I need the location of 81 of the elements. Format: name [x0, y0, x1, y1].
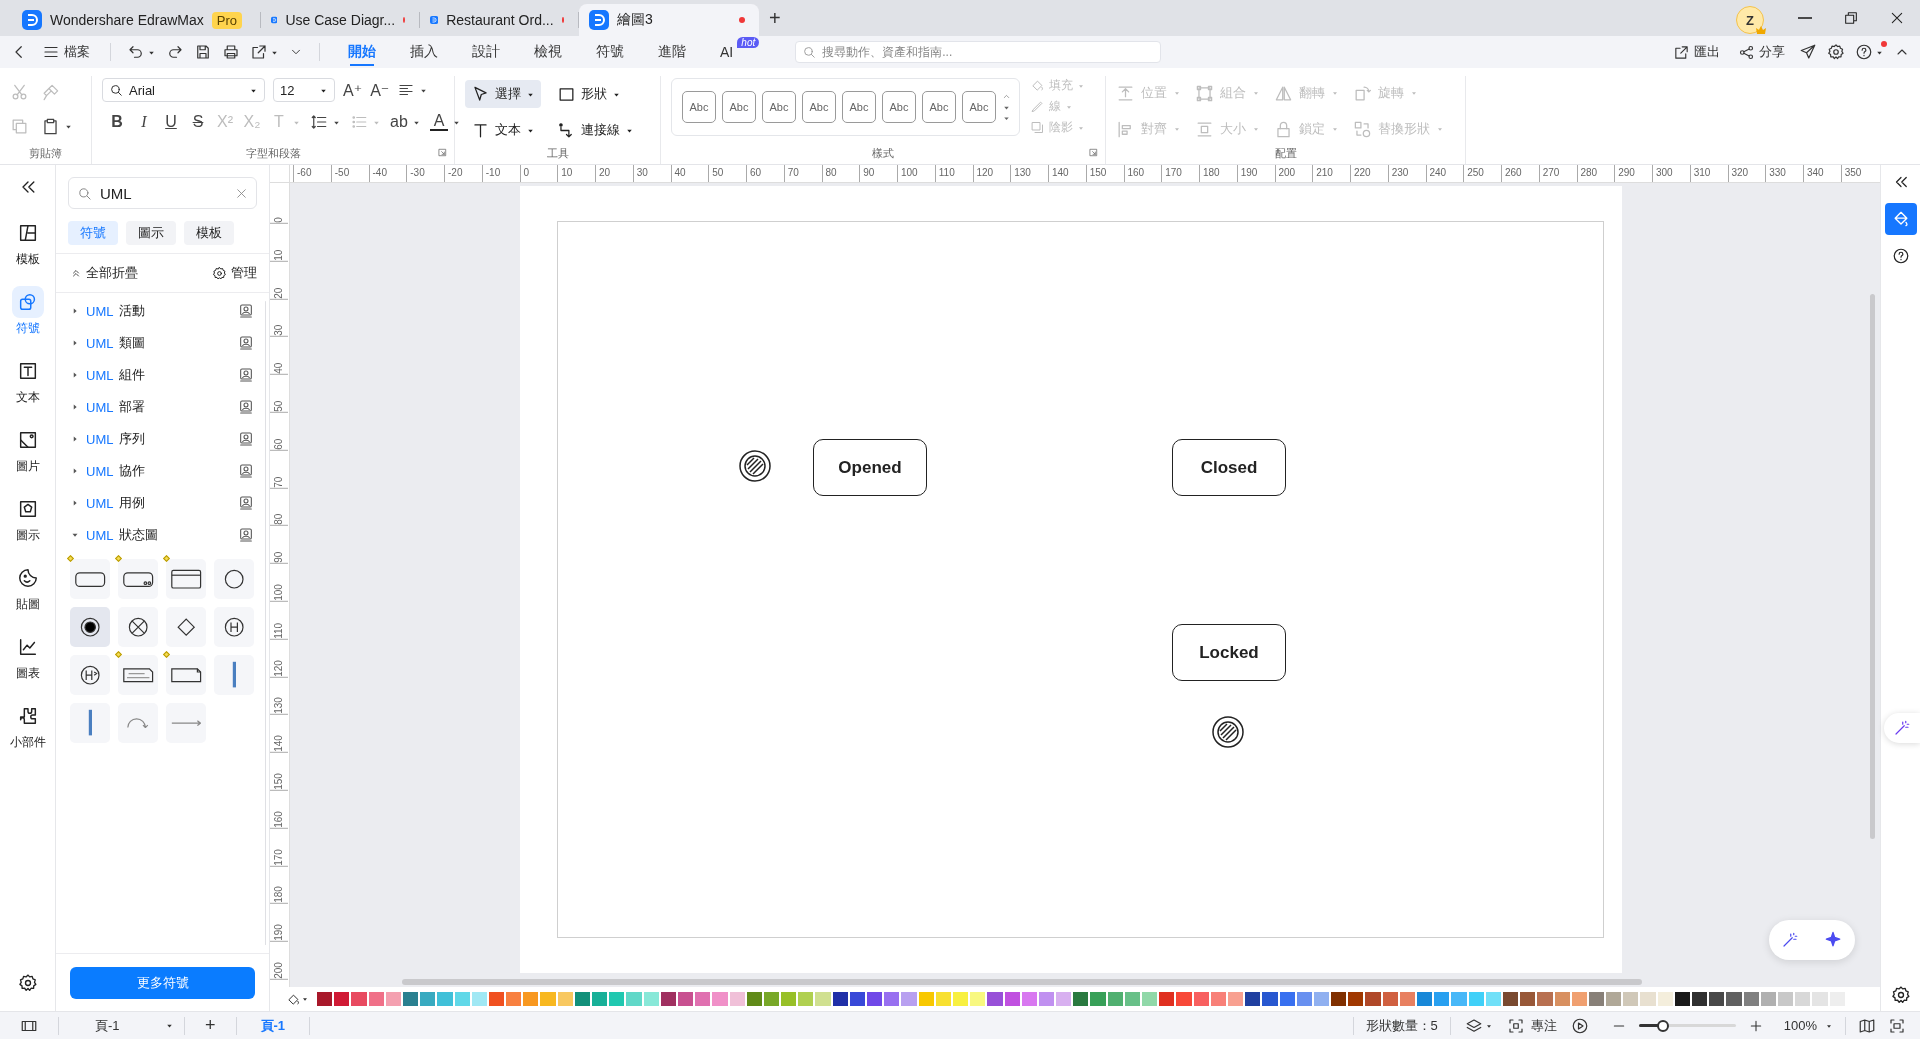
style-swatch[interactable]: Abc — [682, 91, 716, 123]
category-item[interactable]: UML 活動 — [70, 295, 254, 327]
style-swatch[interactable]: Abc — [962, 91, 996, 123]
category-item[interactable]: UML 用例 — [70, 487, 254, 519]
font-family-dropdown[interactable]: Arial — [102, 78, 265, 102]
group-title: 剪貼簿 — [29, 146, 62, 161]
menu-tab[interactable]: 開始 — [336, 36, 388, 68]
style-swatch[interactable]: Abc — [762, 91, 796, 123]
library-tab[interactable]: 圖示 — [126, 221, 176, 245]
strike-button[interactable]: S — [189, 110, 207, 134]
pro-badge: Pro — [211, 11, 243, 29]
file-menu-button[interactable]: 檔案 — [38, 43, 94, 61]
category-item[interactable]: UML 類圖 — [70, 327, 254, 359]
add-page-button[interactable]: + — [185, 1015, 236, 1036]
sidebar-item[interactable]: 小部件 — [6, 694, 49, 757]
sidebar-item[interactable]: 圖表 — [6, 625, 49, 688]
group-title: 工具 — [546, 146, 569, 161]
menu-tab[interactable]: 設計 — [460, 36, 512, 68]
group-title: 配置 — [1274, 146, 1297, 161]
style-swatch[interactable]: Abc — [882, 91, 916, 123]
sidebar-item[interactable]: 符號 — [6, 280, 49, 343]
select-tool-button[interactable]: 選擇 — [465, 80, 541, 108]
menu-tab[interactable]: 檢視 — [522, 36, 574, 68]
user-avatar[interactable]: Z — [1736, 6, 1764, 34]
sidebar-item[interactable]: 文本 — [6, 349, 49, 412]
share-button[interactable]: 分享 — [1734, 43, 1789, 61]
document-tab[interactable]: Use Case Diagr... — [261, 4, 420, 36]
menu-tab[interactable]: 符號 — [584, 36, 636, 68]
menu-tab[interactable]: AI hot — [708, 36, 762, 68]
text-tool-button[interactable]: 文本 — [465, 116, 541, 144]
search-field[interactable]: 搜尋動作、資產和指南... — [795, 41, 1162, 63]
category-item[interactable]: UML 組件 — [70, 359, 254, 391]
page-tab[interactable]: 頁-1 — [236, 1016, 310, 1035]
category-item[interactable]: UML 部署 — [70, 391, 254, 423]
state-node: Closed — [1172, 439, 1286, 496]
category-item[interactable]: UML 序列 — [70, 423, 254, 455]
export-button[interactable]: 匯出 — [1669, 43, 1724, 61]
search-field[interactable]: UML — [68, 177, 257, 209]
more-symbols-button[interactable]: 更多符號 — [70, 966, 255, 999]
hot-badge: hot — [737, 37, 760, 48]
style-swatch[interactable]: Abc — [722, 91, 756, 123]
menu-tab[interactable]: 插入 — [398, 36, 450, 68]
collapse-all-button[interactable]: 全部折疊 — [70, 264, 138, 282]
grow-button[interactable]: A⁺ — [343, 78, 363, 102]
manage-button[interactable]: 管理 — [212, 264, 257, 282]
menu-tab[interactable]: 進階 — [646, 36, 698, 68]
sidebar-item[interactable]: 貼圖 — [6, 556, 49, 619]
category-item[interactable]: UML 協作 — [70, 455, 254, 487]
shape-count: 形狀數量：5 — [1364, 1016, 1439, 1035]
category-item[interactable]: UML 狀态圖 — [70, 519, 254, 551]
shape-tool-button[interactable]: 形狀 — [551, 80, 640, 108]
document-tab[interactable]: Restaurant Ord... — [420, 4, 579, 36]
style-swatch[interactable]: Abc — [922, 91, 956, 123]
app-tab[interactable]: Wondershare EdrawMax Pro — [12, 4, 261, 36]
state-node: Opened — [813, 439, 927, 496]
sidebar-item[interactable]: 模板 — [6, 211, 49, 274]
vertical-ruler: 0 10 20 30 40 50 60 70 80 90 100 110 120 130 140 150 160 170 180 190 200 — [270, 183, 290, 987]
search-input[interactable]: 搜尋動作、資產和指南... — [820, 44, 1155, 60]
font-size-dropdown[interactable]: 12 — [273, 78, 335, 102]
zoom-dropdown[interactable]: 100% — [1763, 1018, 1845, 1033]
fontcolor-button[interactable]: A — [430, 110, 461, 134]
library-tab[interactable]: 模板 — [184, 221, 234, 245]
shrink-button[interactable]: A⁻ — [370, 78, 390, 102]
page-dropdown[interactable]: 頁-1 — [59, 1012, 184, 1039]
italic-button[interactable]: I — [135, 110, 153, 134]
state-node: Locked — [1172, 624, 1286, 681]
connector-tool-button[interactable]: 連接線 — [551, 116, 640, 144]
library-tab[interactable]: 符號 — [68, 221, 118, 245]
group-title: 字型和段落 — [245, 146, 301, 161]
group-title: 樣式 — [872, 146, 894, 161]
underline-button[interactable]: U — [162, 110, 180, 134]
document-tab[interactable]: 繪圖3 — [579, 4, 760, 36]
style-swatch[interactable]: Abc — [842, 91, 876, 123]
highlight-button[interactable]: ab — [390, 110, 421, 134]
sidebar-item[interactable]: 圖片 — [6, 418, 49, 481]
horizontal-ruler: -60 -50 -40 -30 -20 -10 0 10 20 30 40 50 60 70 80 90 100 110 120 130 140 150 160 170 180 190 200 210 220 230 240 250 260 270 280 290 300 310 320 330 340 350 — [290, 165, 1880, 182]
sidebar-item[interactable]: 圖示 — [6, 487, 49, 550]
focus-button[interactable]: 專注 — [1506, 1016, 1571, 1035]
new-tab-button[interactable]: + — [769, 7, 781, 30]
style-swatch[interactable]: Abc — [802, 91, 836, 123]
bold-button[interactable]: B — [108, 110, 126, 134]
